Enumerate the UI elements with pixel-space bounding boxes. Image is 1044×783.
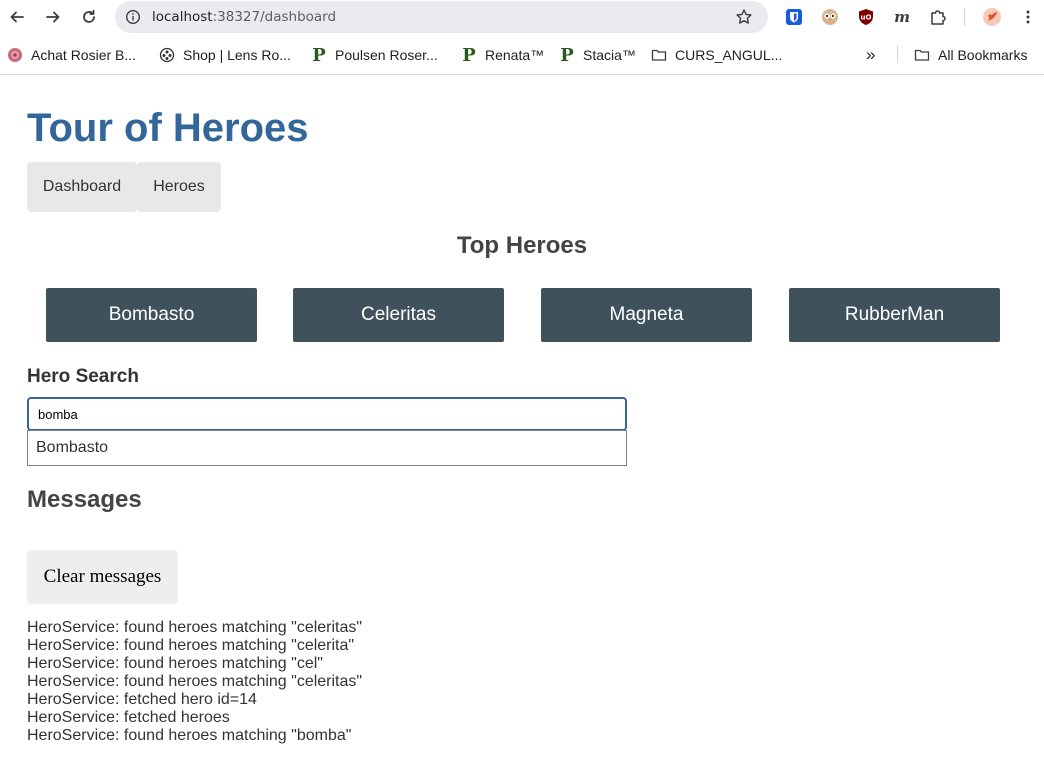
forward-arrow-icon[interactable]	[40, 4, 66, 30]
top-heroes-title: Top Heroes	[456, 232, 588, 259]
bookmark-item[interactable]: Achat Rosier B...	[7, 45, 136, 65]
bookmark-label: CURS_ANGUL...	[675, 47, 783, 63]
message-item: HeroService: found heroes matching "cel"	[27, 655, 323, 672]
p-logo-icon: P	[462, 44, 476, 66]
message-item: HeroService: found heroes matching "cele…	[27, 619, 363, 636]
messages-title: Messages	[27, 486, 142, 513]
bookmark-item[interactable]: P Poulsen Roser...	[311, 44, 438, 66]
message-item: HeroService: fetched hero id=14	[27, 691, 257, 708]
bookmark-star-icon[interactable]	[734, 7, 754, 27]
nav-heroes-link[interactable]: Heroes	[137, 162, 221, 212]
url-path: :38327/dashboard	[212, 9, 337, 25]
message-item: HeroService: fetched heroes	[27, 709, 230, 726]
hero-card[interactable]: Bombasto	[46, 288, 257, 342]
svg-text:m: m	[894, 8, 910, 26]
search-result-item[interactable]: Bombasto	[27, 430, 627, 466]
menu-kebab-icon[interactable]	[1018, 7, 1038, 27]
browser-toolbar: localhost:38327/dashboard uO m	[0, 0, 1044, 35]
hero-search-label: Hero Search	[27, 366, 139, 387]
messages-list: HeroService: found heroes matching "cele…	[27, 619, 362, 745]
folder-icon	[914, 47, 930, 63]
p-logo-icon: P	[560, 44, 574, 66]
m-extension-icon[interactable]: m	[892, 7, 912, 27]
url-text: localhost:38327/dashboard	[152, 9, 336, 25]
bookmark-label: Poulsen Roser...	[335, 47, 438, 63]
owl-extension-icon[interactable]	[820, 7, 840, 27]
bookmark-label: Stacia™	[583, 47, 636, 63]
bookmarks-overflow-chevron-icon[interactable]: »	[866, 45, 875, 65]
bookmark-folder[interactable]: CURS_ANGUL...	[651, 45, 782, 65]
app-title: Tour of Heroes	[27, 106, 309, 150]
toolbar-divider	[964, 8, 965, 26]
clear-messages-button[interactable]: Clear messages	[27, 550, 178, 604]
hero-search-input[interactable]	[27, 397, 627, 431]
bookmark-item[interactable]: P Renata™	[461, 44, 545, 66]
reload-icon[interactable]	[76, 4, 102, 30]
puzzle-extensions-icon[interactable]	[928, 7, 948, 27]
message-item: HeroService: found heroes matching "bomb…	[27, 727, 352, 744]
bookmark-label: Renata™	[485, 47, 545, 63]
bookmark-item[interactable]: P Stacia™	[559, 44, 636, 66]
bookmarks-divider	[897, 45, 898, 63]
address-bar[interactable]: localhost:38327/dashboard	[115, 1, 768, 33]
hero-card[interactable]: Celeritas	[293, 288, 504, 342]
bookmark-label: All Bookmarks	[938, 47, 1028, 63]
site-info-icon[interactable]	[123, 7, 143, 27]
profile-avatar-icon[interactable]	[982, 7, 1002, 27]
bookmark-item[interactable]: Shop | Lens Ro...	[159, 45, 291, 65]
folder-icon	[651, 47, 667, 63]
message-item: HeroService: found heroes matching "cele…	[27, 637, 355, 654]
flower-icon	[159, 47, 175, 63]
bitwarden-extension-icon[interactable]	[784, 7, 804, 27]
message-item: HeroService: found heroes matching "cele…	[27, 673, 363, 690]
back-arrow-icon[interactable]	[4, 4, 30, 30]
nav-dashboard-link[interactable]: Dashboard	[27, 162, 137, 212]
bookmark-label: Achat Rosier B...	[31, 47, 137, 63]
all-bookmarks-folder[interactable]: All Bookmarks	[914, 45, 1027, 65]
bookmarks-bar: Achat Rosier B... Shop | Lens Ro... P Po…	[0, 35, 1044, 75]
url-host: localhost	[152, 9, 213, 25]
ublock-shield-icon[interactable]: uO	[856, 7, 876, 27]
hero-card[interactable]: RubberMan	[789, 288, 1000, 342]
hero-card[interactable]: Magneta	[541, 288, 752, 342]
p-logo-icon: P	[312, 44, 326, 66]
bookmark-label: Shop | Lens Ro...	[183, 47, 291, 63]
svg-text:uO: uO	[861, 14, 872, 22]
rose-icon	[7, 47, 23, 63]
